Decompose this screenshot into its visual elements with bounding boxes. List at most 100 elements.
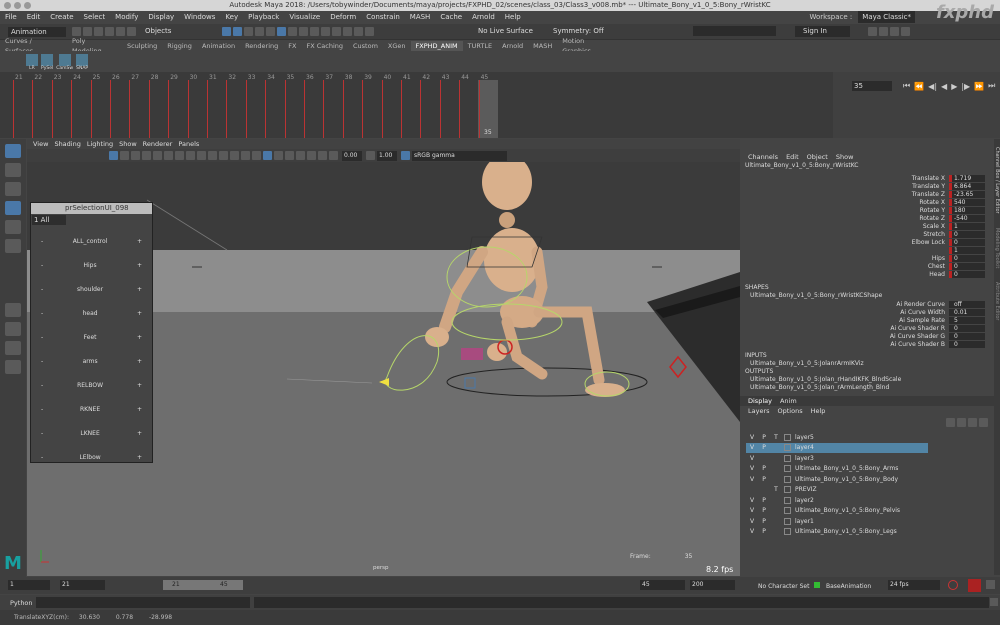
attribute-value[interactable]: 180	[949, 206, 985, 214]
attribute-value[interactable]: 0	[949, 254, 985, 262]
close-icon[interactable]	[4, 2, 11, 9]
shelf-button[interactable]: CamSw	[56, 52, 73, 71]
move-tool-icon[interactable]	[5, 201, 21, 215]
attribute-value[interactable]: -23.65	[949, 190, 985, 198]
layer-menu-layers[interactable]: Layers	[748, 407, 770, 415]
snap-surface-icon[interactable]	[288, 27, 297, 36]
shelf-tab[interactable]: FX Caching	[301, 41, 348, 51]
window-controls[interactable]	[4, 2, 31, 9]
history-icon[interactable]	[299, 27, 308, 36]
attribute-value[interactable]: 1	[949, 246, 985, 254]
attribute-value[interactable]: 0	[949, 332, 985, 340]
shelf-button[interactable]: LR	[26, 52, 38, 71]
layer-color-swatch[interactable]	[784, 444, 791, 452]
layer-visibility[interactable]: V	[746, 528, 758, 535]
shape-attribute[interactable]: Ai Curve Width 0.01	[740, 308, 994, 316]
menu-file[interactable]: File	[5, 11, 17, 23]
new-scene-icon[interactable]	[72, 27, 81, 36]
add-selection-icon[interactable]: +	[137, 262, 142, 269]
range-slider[interactable]: 21 45	[163, 580, 243, 590]
ipr-icon[interactable]	[321, 27, 330, 36]
channel-menu-object[interactable]: Object	[807, 153, 828, 161]
attribute-value[interactable]: 0	[949, 238, 985, 246]
layer-visibility[interactable]: V	[746, 444, 758, 451]
selection-item[interactable]: - RKNEE +	[31, 397, 152, 421]
layer-playback[interactable]: P	[758, 434, 770, 441]
attribute-value[interactable]: 0	[949, 340, 985, 348]
go-to-end-icon[interactable]: ⏭	[988, 81, 995, 91]
viewport-menu-shading[interactable]: Shading	[54, 139, 80, 149]
layer-color-swatch[interactable]	[784, 486, 791, 494]
shelf-tab[interactable]: Rigging	[162, 41, 197, 51]
color-space-dropdown[interactable]: sRGB gamma	[412, 150, 507, 161]
play-backwards-icon[interactable]: ◀	[941, 82, 947, 91]
viewport-menu-renderer[interactable]: Renderer	[143, 139, 173, 149]
two-view-icon[interactable]	[5, 341, 21, 355]
safe-action-icon[interactable]	[318, 151, 327, 160]
film-gate-icon[interactable]	[274, 151, 283, 160]
scale-tool-icon[interactable]	[5, 239, 21, 253]
channel-attribute[interactable]: Rotate Y 180	[740, 206, 994, 214]
shelf-button[interactable]: PySel	[41, 52, 53, 71]
ambient-occlusion-icon[interactable]	[186, 151, 195, 160]
attribute-value[interactable]: 1	[949, 222, 985, 230]
snap-curve-icon[interactable]	[255, 27, 264, 36]
channel-attribute[interactable]: 1	[740, 246, 994, 254]
layer-row[interactable]: Vlayer3	[746, 453, 928, 464]
xray-icon[interactable]	[230, 151, 239, 160]
layer-display-type[interactable]: T	[770, 486, 782, 493]
lights-icon[interactable]	[164, 151, 173, 160]
fps-dropdown[interactable]: 24 fps	[888, 580, 940, 590]
layer-tab-anim[interactable]: Anim	[780, 397, 797, 405]
go-to-start-icon[interactable]: ⏮	[903, 81, 910, 91]
layer-tab-display[interactable]: Display	[748, 397, 772, 405]
viewport-menu-panels[interactable]: Panels	[178, 139, 199, 149]
shadows-icon[interactable]	[175, 151, 184, 160]
attribute-value[interactable]: off	[949, 300, 985, 308]
channel-attribute[interactable]: Hips 0	[740, 254, 994, 262]
add-selection-icon[interactable]: +	[137, 334, 142, 341]
attribute-editor-icon[interactable]	[879, 27, 888, 36]
exposure-field[interactable]: 0.00	[342, 150, 362, 161]
render-settings-icon[interactable]	[332, 27, 341, 36]
preferences-icon[interactable]	[986, 580, 995, 589]
single-perspective-view-icon[interactable]	[5, 303, 21, 317]
selection-item[interactable]: - head +	[31, 301, 152, 325]
new-layer-selected-icon[interactable]	[979, 417, 988, 427]
textured-icon[interactable]	[153, 151, 162, 160]
objects-mode[interactable]: Objects	[145, 27, 171, 35]
attribute-value[interactable]: 6.864	[949, 182, 985, 190]
shelf-tab[interactable]: Arnold	[497, 41, 528, 51]
menu-constrain[interactable]: Constrain	[366, 11, 400, 23]
channel-box-object[interactable]: Ultimate_Bony_v1_0_5:Bony_rWristKC	[740, 162, 994, 172]
gamma-icon[interactable]	[366, 151, 375, 160]
layer-row[interactable]: V P Ultimate_Bony_v1_0_5:Bony_Pelvis	[746, 506, 928, 517]
snap-plane-icon[interactable]	[277, 27, 286, 36]
sign-in-button[interactable]: Sign In	[795, 26, 850, 37]
layer-visibility[interactable]: V	[746, 518, 758, 525]
hierarchy-mode-icon[interactable]	[127, 27, 136, 36]
shape-name[interactable]: Ultimate_Bony_v1_0_5:Bony_rWristKCShape	[740, 292, 994, 300]
shelf-tab[interactable]: XGen	[383, 41, 411, 51]
hypershade-icon[interactable]	[343, 27, 352, 36]
modeling-toolkit-icon[interactable]	[868, 27, 877, 36]
move-layer-up-icon[interactable]	[946, 417, 955, 427]
command-language[interactable]: Python	[10, 599, 33, 607]
layer-playback[interactable]: P	[758, 476, 770, 483]
add-selection-icon[interactable]: +	[137, 238, 142, 245]
layer-menu-options[interactable]: Options	[778, 407, 803, 415]
selection-item[interactable]: - ALL_control +	[31, 229, 152, 253]
script-editor-icon[interactable]	[990, 598, 998, 606]
layer-row[interactable]: V P Ultimate_Bony_v1_0_5:Bony_Legs	[746, 527, 928, 538]
channel-attribute[interactable]: Translate Z -23.65	[740, 190, 994, 198]
menu-display[interactable]: Display	[148, 11, 174, 23]
layer-row[interactable]: V P Tlayer5	[746, 432, 928, 443]
add-selection-icon[interactable]: +	[137, 454, 142, 461]
loop-icon[interactable]	[948, 580, 958, 590]
shelf-tab[interactable]: Animation	[197, 41, 240, 51]
layer-row[interactable]: V P Ultimate_Bony_v1_0_5:Bony_Body	[746, 474, 928, 485]
step-back-frame-icon[interactable]: ◀|	[928, 82, 937, 91]
layer-visibility[interactable]: V	[746, 434, 758, 441]
shelf-button[interactable]: SNAP	[76, 52, 88, 71]
layer-visibility[interactable]: V	[746, 455, 758, 462]
